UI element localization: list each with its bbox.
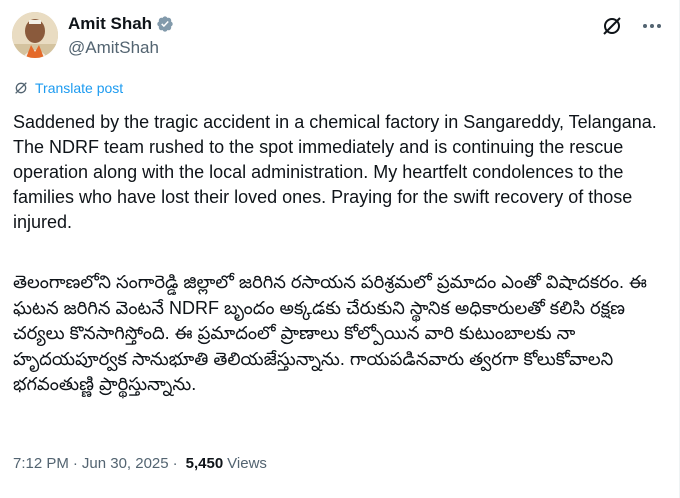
author-handle[interactable]: @AmitShah [68,38,159,58]
meta-separator: · [72,455,78,472]
more-icon[interactable] [640,14,664,38]
verified-badge-icon [157,16,173,32]
post-text-telugu: తెలంగాణలోని సంగారెడ్డి జిల్లాలో జరిగిన ర… [13,272,647,394]
views-label: Views [227,455,267,472]
post-text-english: Saddened by the tragic accident in a che… [13,112,657,232]
meta-separator: · [172,455,178,472]
post-meta: 7:12 PM · Jun 30, 2025 · 5,450 Views [13,455,267,472]
avatar-image [12,12,58,58]
author-row: Amit Shah [68,14,174,34]
translate-post-link[interactable]: Translate post [13,80,123,96]
grok-icon[interactable] [600,14,624,38]
post-time[interactable]: 7:12 PM [13,455,69,472]
post: Amit Shah @AmitShah Translate post Sadde… [0,0,680,498]
avatar[interactable] [12,12,58,58]
views-count[interactable]: 5,450 [186,455,224,472]
translate-label: Translate post [35,80,124,96]
translate-icon [15,82,27,94]
post-date[interactable]: Jun 30, 2025 [82,455,169,472]
author-name[interactable]: Amit Shah [68,14,152,34]
